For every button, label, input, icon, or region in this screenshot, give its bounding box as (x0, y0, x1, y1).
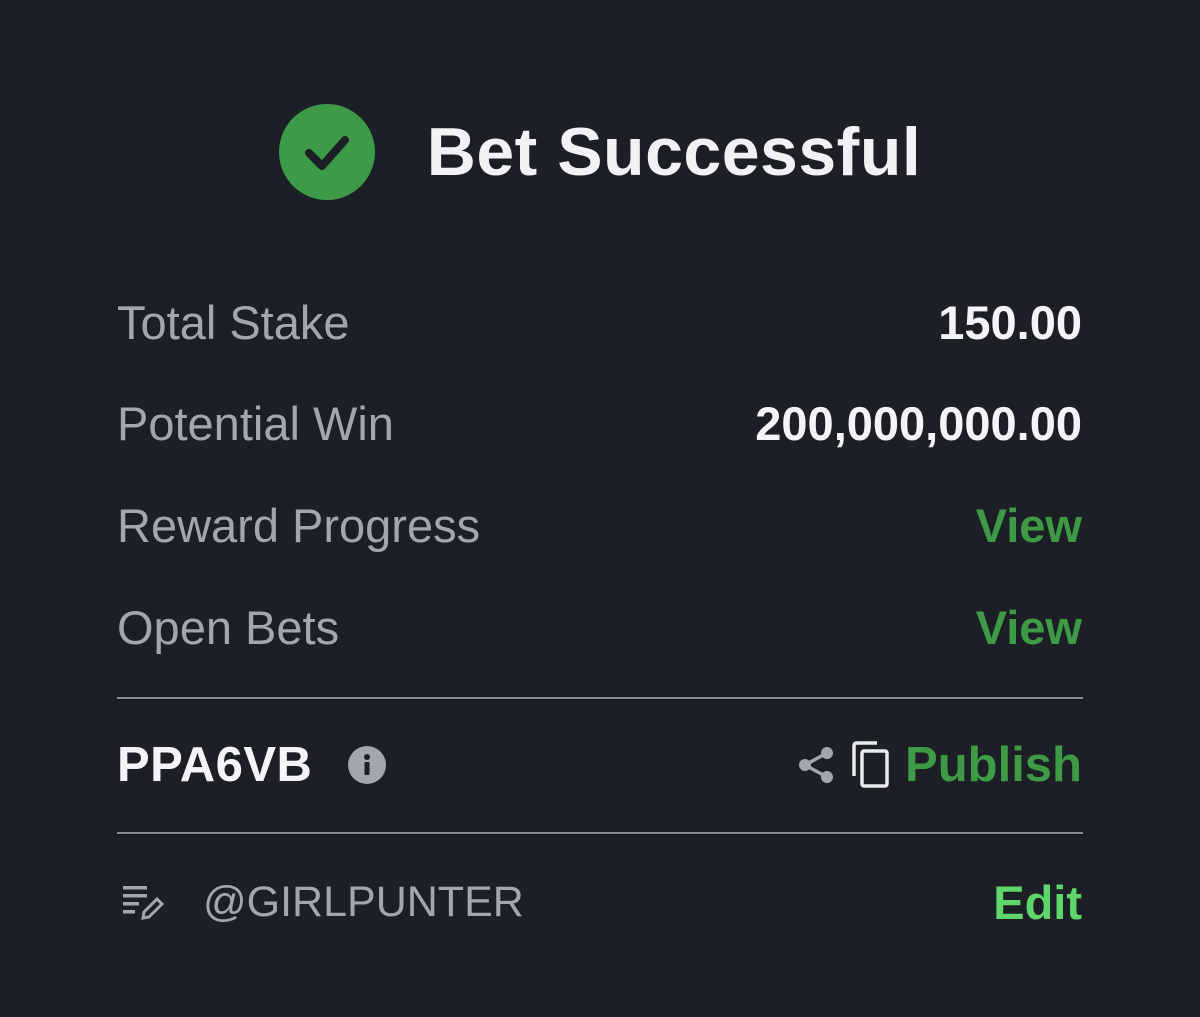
reward-progress-label: Reward Progress (117, 498, 481, 552)
total-stake-label: Total Stake (117, 295, 350, 349)
potential-win-row: Potential Win 200,000,000.00 (117, 393, 1082, 453)
edit-button[interactable]: Edit (993, 875, 1082, 930)
booking-code: PPA6VB (117, 738, 313, 792)
booking-code-group: PPA6VB (117, 737, 387, 793)
check-circle-icon (278, 104, 375, 200)
potential-win-label: Potential Win (117, 396, 394, 450)
total-stake-row: Total Stake 150.00 (117, 292, 1082, 352)
copy-icon[interactable] (849, 740, 893, 790)
share-icon[interactable] (795, 743, 839, 787)
total-stake-value: 150.00 (938, 295, 1082, 349)
open-bets-label: Open Bets (117, 600, 340, 654)
booking-code-row: PPA6VB Publish (117, 733, 1082, 797)
potential-win-value: 200,000,000.00 (755, 396, 1082, 450)
publish-button[interactable]: Publish (905, 737, 1082, 793)
divider (117, 697, 1083, 699)
page-title: Bet Successful (426, 114, 922, 190)
user-row: @GIRLPUNTER Edit (117, 870, 1082, 934)
user-group: @GIRLPUNTER (117, 878, 524, 927)
user-handle: @GIRLPUNTER (203, 877, 524, 926)
info-icon[interactable] (348, 746, 387, 784)
bet-success-header: Bet Successful (0, 100, 1200, 204)
booking-actions: Publish (795, 737, 1082, 793)
open-bets-view-link[interactable]: View (976, 600, 1082, 655)
divider (117, 832, 1083, 834)
bet-confirmation-screen: Bet Successful Total Stake 150.00 Potent… (0, 0, 1200, 1017)
edit-list-icon (117, 880, 167, 924)
reward-progress-view-link[interactable]: View (976, 498, 1082, 553)
open-bets-row: Open Bets View (117, 597, 1082, 657)
reward-progress-row: Reward Progress View (117, 495, 1082, 555)
